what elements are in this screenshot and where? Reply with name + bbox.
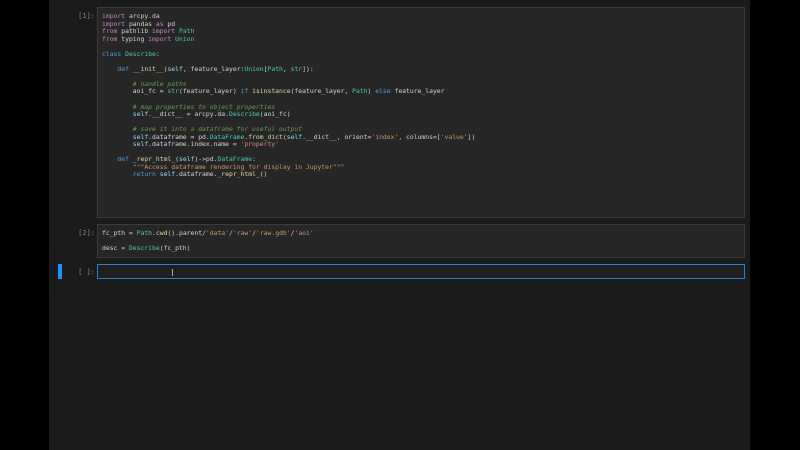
right-margin [750,0,800,450]
cell-1-prompt: [1]: [78,12,95,20]
left-margin [0,0,49,450]
cell-3-editor[interactable] [97,264,745,279]
cell-1-code[interactable]: import arcpy.da import pandas as pd from… [102,12,475,179]
cell-3-prompt: [ ]: [78,268,95,276]
cell-2-prompt: [2]: [78,229,95,237]
notebook-panel: [1]: import arcpy.da import pandas as pd… [49,0,750,450]
cell-2-editor[interactable]: fc_pth = Path.cwd().parent/'data'/'raw'/… [97,224,745,258]
cell-1-editor[interactable]: import arcpy.da import pandas as pd from… [97,7,745,218]
cell-2-code[interactable]: fc_pth = Path.cwd().parent/'data'/'raw'/… [102,229,314,253]
mouse-cursor [172,269,173,276]
